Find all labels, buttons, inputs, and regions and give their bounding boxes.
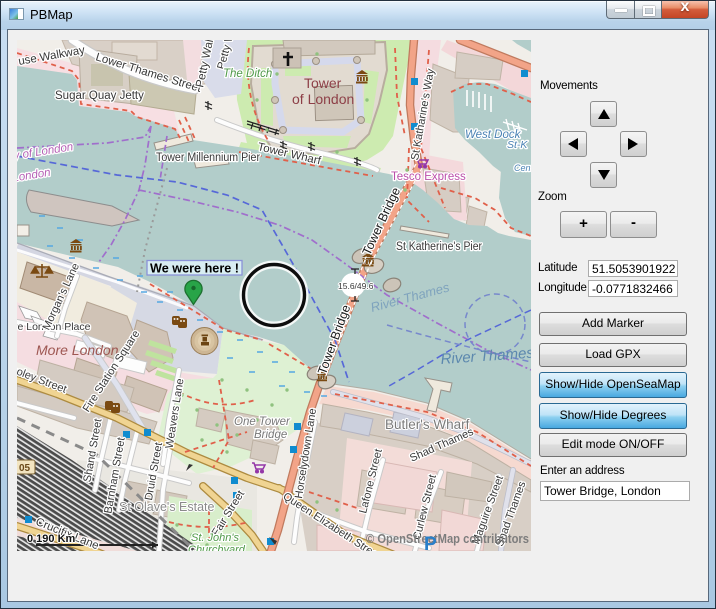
svg-text:St. John's: St. John's [191,532,239,544]
svg-text:Cent: Cent [514,163,531,173]
svg-text:More London: More London [36,342,119,358]
svg-text:0 190 Km: 0 190 Km [27,533,76,545]
svg-text:The Ditch: The Ditch [223,68,272,80]
svg-text:Bridge: Bridge [254,429,287,441]
svg-text:One Tower: One Tower [234,416,291,428]
svg-text:We were here !: We were here ! [150,262,239,276]
svg-text:P: P [424,534,437,551]
svg-text:Tesco Express: Tesco Express [391,171,466,183]
svg-text:Tower: Tower [304,75,342,91]
svg-text:of London: of London [292,91,354,107]
svg-text:Butler's Wharf: Butler's Wharf [385,417,470,432]
svg-text:Churchyard: Churchyard [188,544,246,551]
svg-text:15.6/49.6: 15.6/49.6 [338,281,374,291]
svg-text:St-K: St-K [507,139,528,151]
svg-text:© OpenStreetMap contributors: © OpenStreetMap contributors [366,532,529,546]
svg-text:St Katherine's Pier: St Katherine's Pier [396,241,482,253]
svg-text:05: 05 [19,463,31,474]
svg-text:Sugar Quay Jetty: Sugar Quay Jetty [55,90,144,102]
svg-text:St Olave's Estate: St Olave's Estate [119,500,215,514]
svg-text:Tower Millennium Pier: Tower Millennium Pier [156,152,260,164]
